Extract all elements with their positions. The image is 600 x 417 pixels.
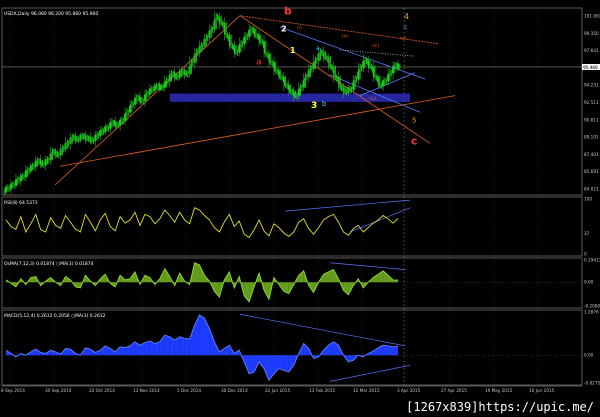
x-tick-label: 30 Sep 2014	[45, 388, 72, 393]
wave-label: (v)	[400, 36, 406, 42]
area-segment	[388, 345, 394, 356]
x-tick-label: 22 Oct 2014	[89, 388, 115, 393]
x-tick-label: 10 Jun 2015	[529, 388, 555, 393]
area-segment	[184, 338, 190, 356]
area-segment	[144, 341, 150, 356]
sub-axis-label: 0.00	[584, 353, 594, 358]
wave-label: (iii)	[372, 43, 380, 49]
wave-label: b	[322, 100, 327, 108]
panel-header: USDX,Daily 96.080 96.200 95.860 95.960	[4, 11, 98, 17]
x-tick-label: 27 Apr 2015	[441, 388, 467, 393]
price-axis-label: 84.021	[584, 187, 599, 192]
area-segment	[383, 345, 389, 356]
price-axis-label: 87.401	[584, 152, 599, 157]
area-segment	[164, 335, 170, 356]
image-credit: [1267x839]https://upic.me/	[402, 400, 598, 416]
area-segment	[194, 262, 200, 283]
price-axis-label: 101.061	[584, 14, 600, 19]
sub-axis-label: -0.20802	[584, 304, 600, 309]
wave-label: 4	[404, 12, 409, 21]
wave-label: 2	[281, 24, 287, 33]
x-tick-label: 13 Nov 2014	[133, 388, 160, 393]
panel-header: RSI(8) 64.5372	[4, 200, 38, 206]
panel-header: OsMA(7,12,3) 0.01874 ○MA(3) 0.01874	[4, 261, 94, 267]
price-axis-label: 90.811	[584, 117, 599, 122]
sub-axis-label: 0.19413	[584, 258, 600, 263]
x-tick-label: 3 Apr 2015	[397, 388, 421, 393]
price-axis-label: 85.691	[584, 169, 599, 174]
wave-label: 5	[412, 117, 416, 125]
sub-axis-label: 1.2876	[584, 310, 599, 315]
price-axis-label: 92.511	[584, 100, 599, 105]
area-segment	[199, 314, 205, 356]
area-segment	[249, 355, 255, 374]
wave-label: c	[404, 24, 407, 31]
wave-label: (iv)	[369, 96, 377, 102]
current-price-label: 95.960	[583, 65, 598, 70]
x-tick-label: 30 Dec 2014	[221, 388, 248, 393]
sub-axis-label: 100	[584, 197, 592, 202]
price-axis-label: 89.101	[584, 135, 599, 140]
x-tick-label: 13 Feb 2015	[309, 388, 335, 393]
x-tick-label: 5 Dec 2014	[177, 388, 201, 393]
sub-axis-label: 37	[584, 231, 590, 236]
x-tick-label: 22 Jan 2015	[265, 388, 290, 393]
area-segment	[393, 346, 398, 356]
wave-label: (i)	[297, 25, 302, 31]
panel-header: MACD(5,12,4) 0.2632 0.2056 ○MA(3) 0.2632	[4, 313, 106, 319]
forex-chart: USDX,Daily 96.080 96.200 95.860 95.960 RS…	[0, 0, 600, 417]
wave-label: a	[316, 45, 320, 52]
wave-label: c	[411, 134, 418, 147]
wave-label: a	[256, 57, 262, 67]
area-segment	[154, 341, 160, 356]
x-tick-label: 12 Mar 2015	[353, 388, 380, 393]
sub-axis-label: 0.00	[584, 280, 594, 285]
price-axis-label: 99.350	[584, 31, 599, 36]
area-segment	[283, 355, 289, 373]
price-axis-label: 97.641	[584, 48, 599, 53]
area-segment	[179, 336, 185, 356]
sub-axis-label: -0.8275	[584, 381, 600, 386]
wave-label: b	[284, 5, 292, 18]
x-tick-label: 19 May 2015	[485, 388, 513, 393]
area-segment	[278, 355, 284, 371]
wave-label: 1	[290, 46, 296, 55]
price-axis-label: 94.231	[584, 83, 599, 88]
sub-axis-label: 0	[584, 252, 587, 257]
wave-label: 3	[311, 101, 317, 111]
x-tick-label: 8 Sep 2014	[1, 388, 25, 393]
wave-label: (ii)	[342, 33, 348, 39]
